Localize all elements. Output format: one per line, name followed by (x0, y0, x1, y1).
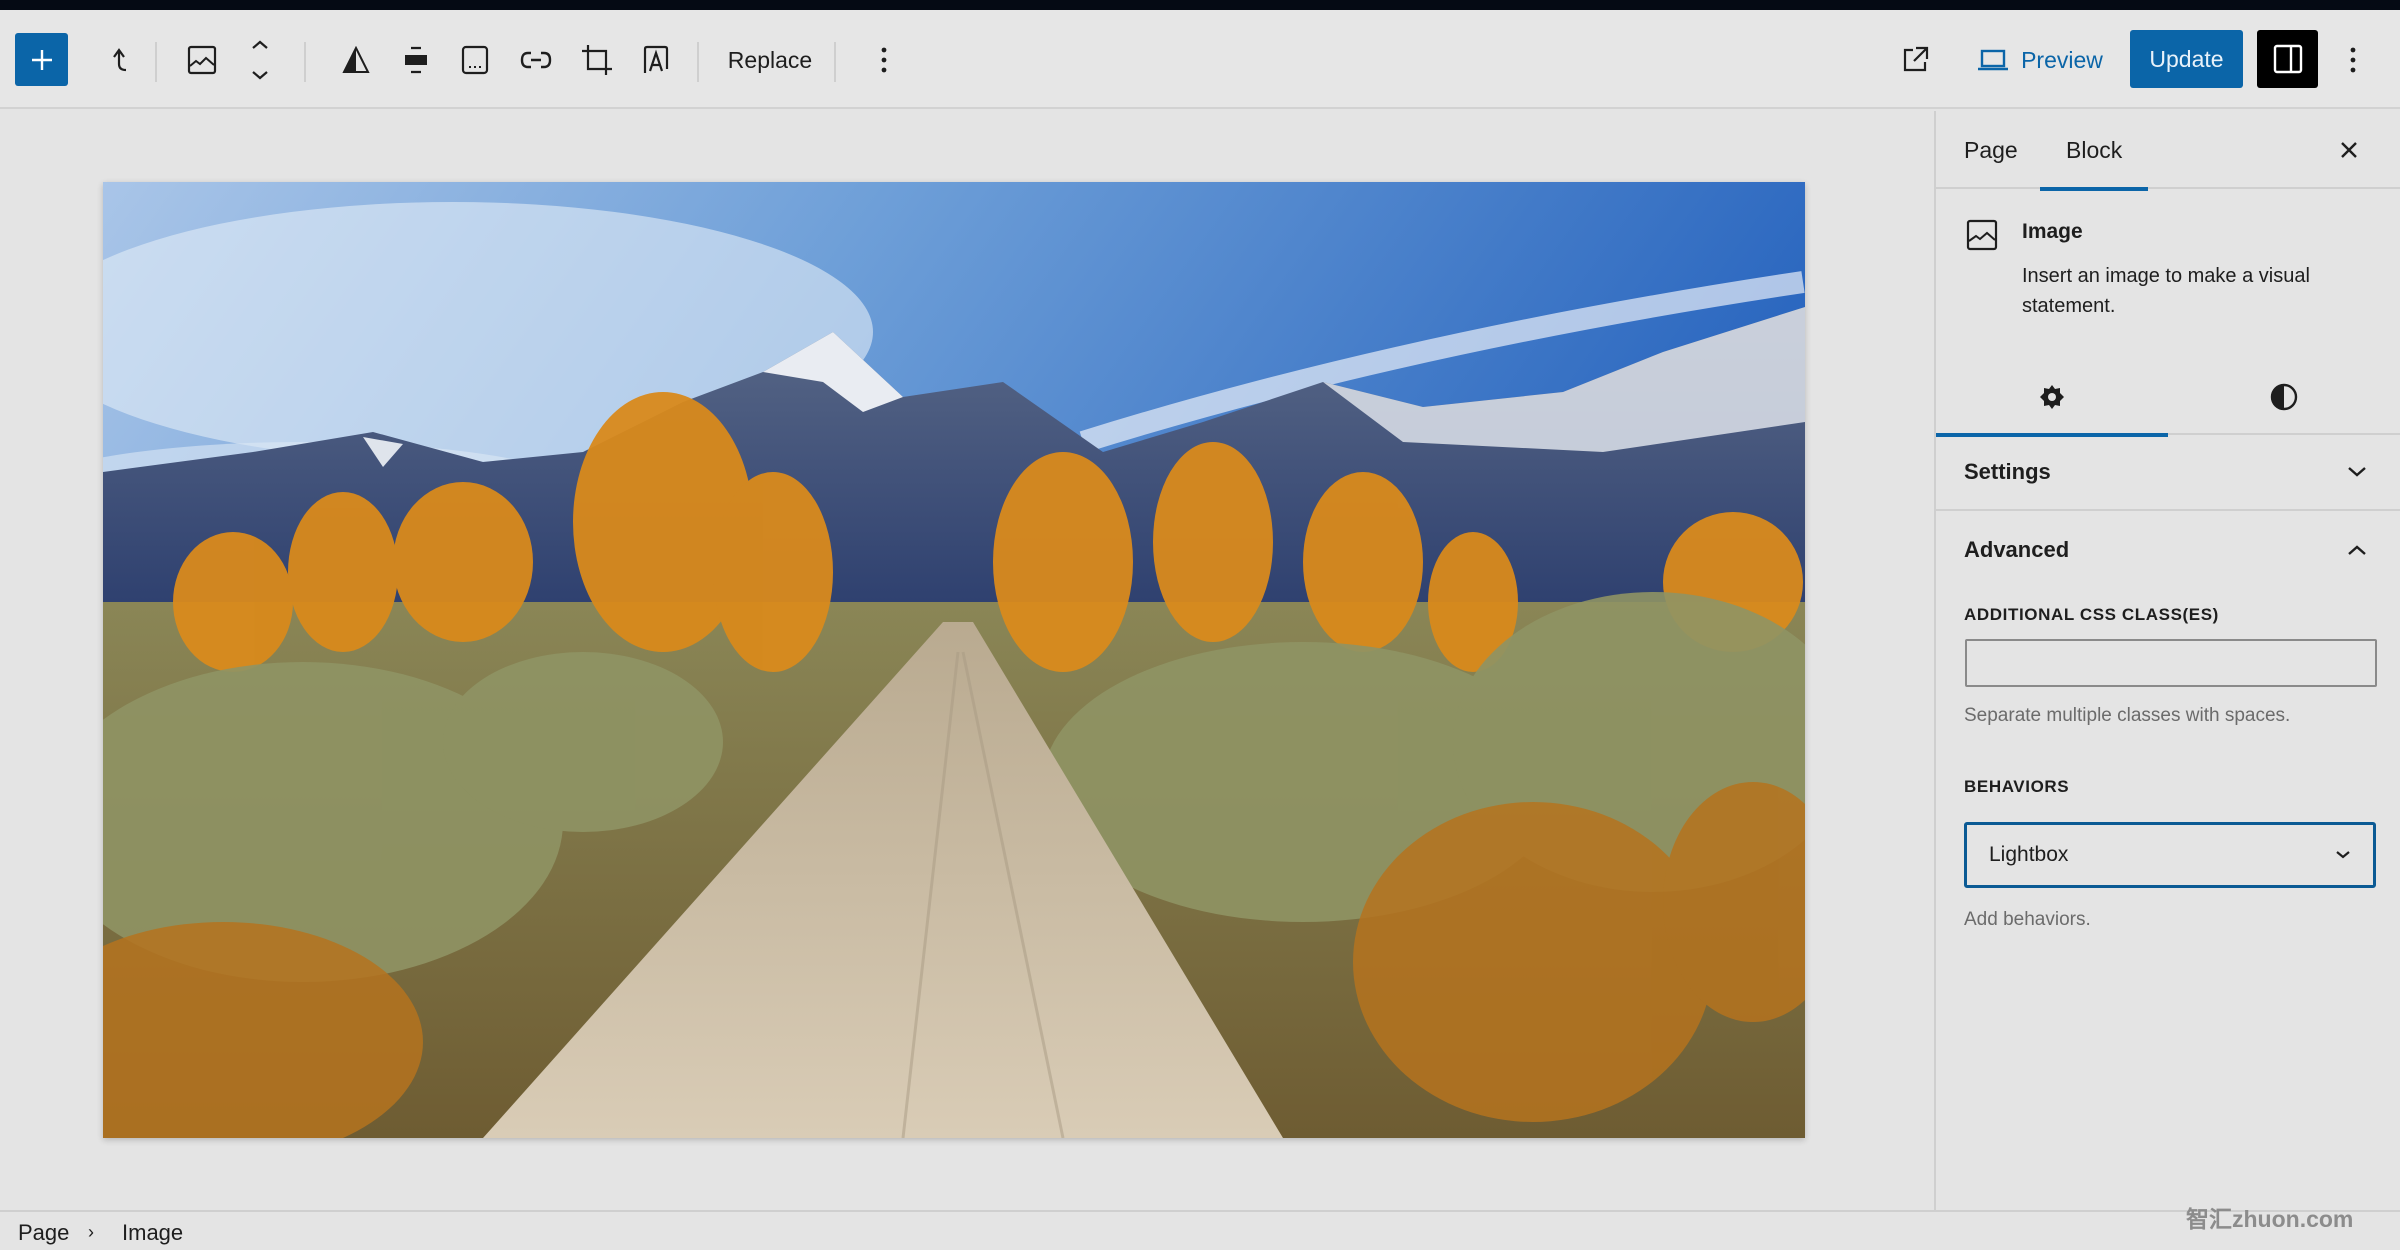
block-breadcrumb: Page › Image (0, 1210, 2400, 1250)
settings-sidebar: Page Block Image Insert an image to make… (1934, 111, 2400, 1210)
arrow-up-left-icon (113, 48, 127, 72)
external-link-icon (1903, 46, 1929, 72)
crop-button[interactable] (575, 33, 619, 87)
breadcrumb-image[interactable]: Image (122, 1220, 183, 1246)
block-title: Image (2022, 220, 2083, 243)
image-block[interactable] (103, 182, 1805, 1138)
image-icon (1966, 219, 1998, 256)
behaviors-label: Behaviors (1964, 777, 2070, 796)
chevron-up-icon (2348, 545, 2366, 555)
toolbar-separator (155, 42, 157, 82)
link-button[interactable] (514, 33, 558, 87)
window-top-bar (0, 0, 2400, 10)
duotone-icon (342, 46, 370, 73)
tab-block-label: Block (2066, 136, 2123, 163)
watermark: 智汇zhuon.com (2186, 1206, 2354, 1232)
editor-canvas (0, 111, 1934, 1210)
update-button[interactable]: Update (2130, 30, 2243, 88)
preview-label: Preview (2021, 46, 2103, 73)
advanced-panel-toggle[interactable]: Advanced (1936, 511, 2400, 589)
breadcrumb-separator-icon: › (88, 1222, 94, 1242)
tab-page[interactable]: Page (1964, 111, 2018, 189)
more-vertical-icon (2350, 47, 2356, 73)
settings-sidebar-toggle[interactable] (2257, 30, 2318, 88)
replace-button[interactable]: Replace (718, 33, 822, 87)
text-over-image-button[interactable] (636, 33, 676, 87)
block-description: Insert an image to make a visual stateme… (2022, 265, 2310, 317)
caption-icon (461, 45, 489, 75)
settings-panel-title: Settings (1964, 459, 2051, 484)
sidebar-panel-icon (2273, 44, 2302, 74)
advanced-panel: Advanced Additional CSS class(es) Separa… (1936, 511, 2400, 930)
settings-styles-tabs (1936, 359, 2400, 437)
text-over-image-icon (643, 45, 669, 73)
css-class-input[interactable] (1965, 639, 2377, 687)
gear-icon (2040, 385, 2064, 409)
close-icon (2341, 142, 2357, 158)
more-vertical-icon (881, 47, 887, 73)
chevron-up-down-icon (252, 40, 268, 80)
editor-toolbar: Replace Preview Update (0, 10, 2400, 109)
behaviors-help: Add behaviors. (1964, 909, 2091, 930)
sidebar-tabs: Page Block (1936, 111, 2400, 191)
settings-panel-toggle[interactable]: Settings (1936, 435, 2400, 511)
behaviors-select[interactable]: Lightbox (1964, 822, 2376, 888)
editor-options-button[interactable] (2338, 33, 2368, 87)
block-options-button[interactable] (866, 33, 902, 87)
block-card: Image Insert an image to make a visual s… (1936, 189, 2400, 359)
block-type-button[interactable] (180, 33, 224, 87)
tab-settings[interactable] (1936, 359, 2168, 437)
contrast-icon (2270, 383, 2298, 411)
image-icon (187, 45, 217, 75)
preview-button[interactable]: Preview (1970, 33, 2110, 87)
advanced-panel-title: Advanced (1964, 537, 2070, 562)
link-icon (520, 51, 552, 69)
duotone-button[interactable] (336, 33, 376, 87)
view-page-button[interactable] (1895, 33, 1935, 87)
select-parent-button[interactable] (100, 33, 140, 87)
align-icon (405, 46, 427, 74)
toolbar-separator (304, 42, 306, 82)
toolbar-separator (697, 42, 699, 82)
landscape-photo (103, 182, 1805, 1138)
close-sidebar-button[interactable] (2334, 135, 2364, 165)
caption-button[interactable] (455, 33, 495, 87)
add-block-button[interactable] (15, 33, 68, 86)
css-class-label: Additional CSS class(es) (1964, 605, 2219, 624)
css-class-help: Separate multiple classes with spaces. (1964, 705, 2291, 726)
chevron-down-icon (2336, 851, 2350, 859)
breadcrumb-page[interactable]: Page (18, 1220, 69, 1246)
align-button[interactable] (396, 33, 436, 87)
move-block-handle[interactable] (240, 33, 280, 87)
toolbar-separator (834, 42, 836, 82)
plus-icon (31, 49, 52, 70)
laptop-icon (1978, 49, 2009, 71)
tab-block[interactable]: Block (2040, 111, 2149, 191)
crop-icon (582, 45, 612, 75)
tab-styles[interactable] (2168, 359, 2400, 435)
behaviors-value: Lightbox (1989, 843, 2069, 866)
chevron-down-icon (2348, 467, 2366, 477)
